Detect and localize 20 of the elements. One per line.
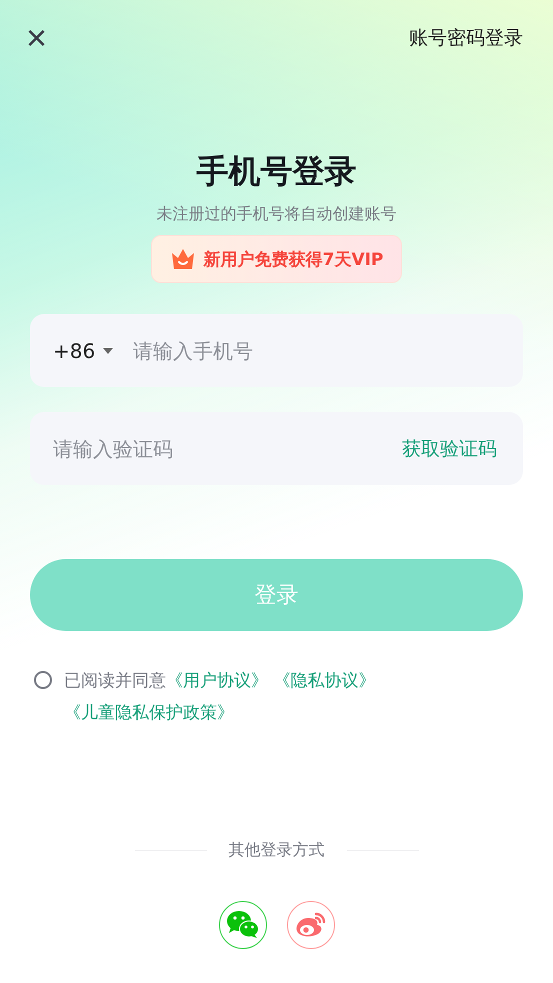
promo-text: 新用户免费获得7天VIP [204, 248, 384, 270]
phone-input-field[interactable]: +86 请输入手机号 [30, 314, 523, 387]
country-code-selector[interactable]: +86 [53, 338, 114, 362]
get-code-button[interactable]: 获取验证码 [402, 436, 497, 462]
agreement-checkbox[interactable] [34, 671, 52, 689]
password-login-link[interactable]: 账号密码登录 [409, 25, 523, 51]
caret-icon [103, 348, 114, 354]
close-button[interactable]: × [26, 22, 48, 54]
crown-icon [170, 247, 196, 271]
weibo-login-button[interactable] [286, 901, 334, 949]
chat-bubbles-icon [226, 910, 260, 940]
subtitle: 未注册过的手机号将自动创建账号 [156, 204, 396, 225]
other-login-label: 其他登录方式 [228, 840, 324, 861]
agreement-link[interactable]: 《用户协议》 [166, 671, 268, 691]
page-title: 手机号登录 [196, 151, 356, 192]
code-input-field[interactable]: 请输入验证码 获取验证码 [30, 412, 523, 485]
agreement-link[interactable]: 《儿童隐私保护政策》 [64, 703, 234, 723]
wechat-login-button[interactable] [218, 901, 266, 949]
agreement-link[interactable]: 《隐私协议》 [273, 671, 376, 691]
agreement-text: 已阅读并同意《用户协议》 《隐私协议》 《儿童隐私保护政策》 [64, 670, 376, 725]
